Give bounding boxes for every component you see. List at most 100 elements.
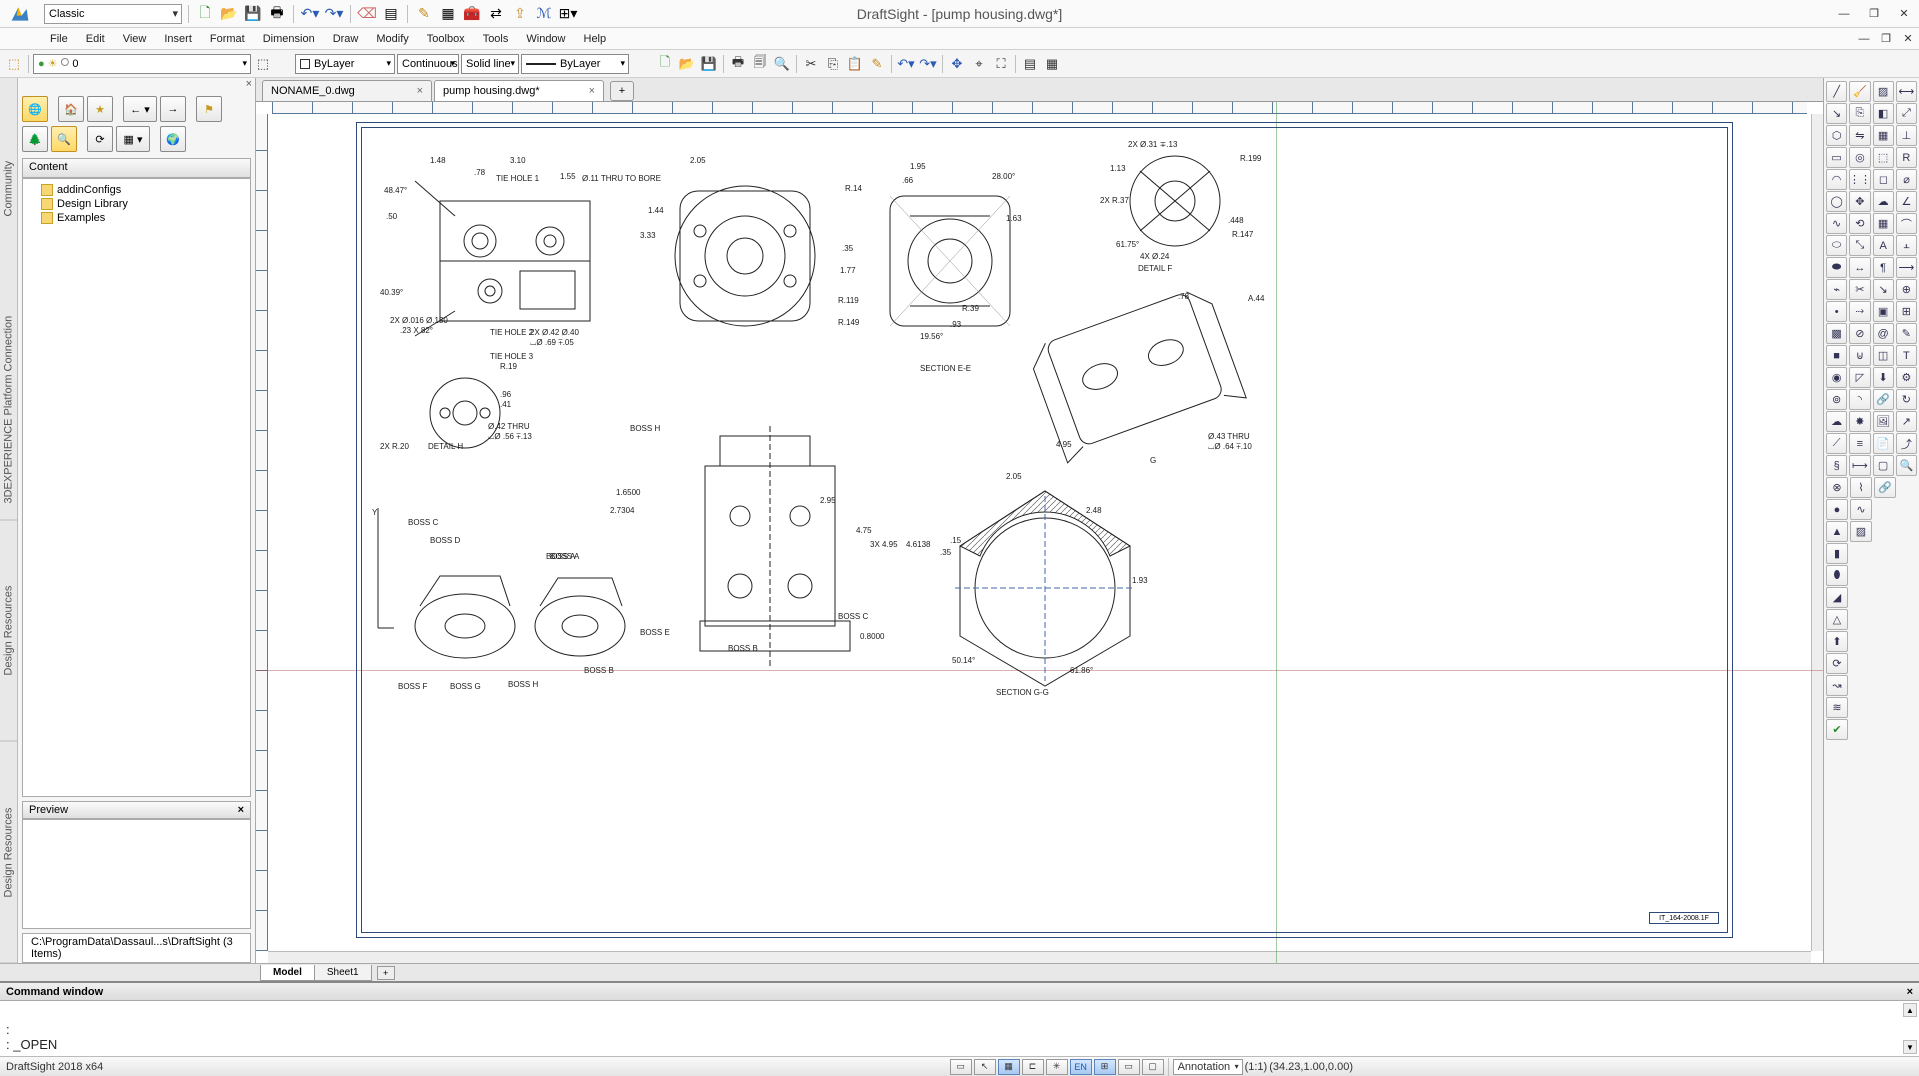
status-esnap-icon[interactable]: EN [1070,1059,1092,1075]
dim-update-icon[interactable]: ↻ [1896,389,1917,410]
tab-3dexperience[interactable]: 3DEXPERIENCE Platform Connection [0,299,17,521]
std-open-icon[interactable]: 📂 [677,54,697,74]
status-qinput-icon[interactable]: ▢ [1142,1059,1164,1075]
toolbox-icon[interactable]: 🧰 [462,4,482,24]
linecolor-selector[interactable]: ByLayer [521,54,629,74]
sheet-tab-model[interactable]: Model [260,965,315,981]
status-etrack-icon[interactable]: ⊞ [1094,1059,1116,1075]
rotate-icon[interactable]: ⟲ [1849,213,1870,234]
revcloud-icon[interactable]: ☁ [1826,411,1847,432]
file-tab-pump-housing[interactable]: pump housing.dwg*× [434,80,604,101]
stretch-icon[interactable]: ↔ [1849,257,1870,278]
preview-close-icon[interactable]: × [238,804,244,816]
linetype-selector[interactable]: Continuous [397,54,459,74]
polygon-icon[interactable]: ⬡ [1826,125,1847,146]
hyperlink-icon[interactable]: 🔗 [1874,477,1896,498]
inspect-icon[interactable]: 🔍 [1896,455,1917,476]
ole-icon[interactable]: ▢ [1873,455,1894,476]
xref-icon[interactable]: 🔗 [1873,389,1894,410]
dim-text-icon[interactable]: T [1896,345,1917,366]
cmd-scroll-down-icon[interactable]: ▼ [1903,1040,1917,1054]
region-icon[interactable]: ⬚ [1873,147,1894,168]
ray-icon[interactable]: ↘ [1826,103,1847,124]
overflow-icon[interactable]: ⊞▾ [558,4,578,24]
std-undo-icon[interactable]: ↶▾ [896,54,916,74]
erase-tool-icon[interactable]: 🧹 [1849,81,1870,102]
rect-icon[interactable]: ▭ [1826,147,1847,168]
mdi-restore-button[interactable]: ❐ [1875,28,1897,50]
favorites-icon[interactable]: ★ [87,96,113,122]
image-icon[interactable]: 🖼 [1873,411,1894,432]
align-icon[interactable]: ≡ [1849,433,1870,454]
color-selector[interactable]: ByLayer [295,54,395,74]
circle-icon[interactable]: ◯ [1826,191,1847,212]
text-icon[interactable]: A [1873,235,1894,256]
print-preview-icon[interactable]: 🗐 [750,54,770,74]
zoom-window-icon[interactable]: ⌖ [969,54,989,74]
forward-icon[interactable]: → [160,96,186,122]
undo-icon[interactable]: ↶▾ [300,4,320,24]
dim-baseline-icon[interactable]: ⫠ [1896,235,1917,256]
cone-icon[interactable]: ▲ [1826,521,1848,542]
file-tab-noname[interactable]: NONAME_0.dwg× [262,80,432,101]
dim-linear-icon[interactable]: ⟷ [1896,81,1917,102]
status-lwt-icon[interactable]: ▭ [1118,1059,1140,1075]
revolve-icon[interactable]: ⟳ [1826,653,1848,674]
hatch-icon[interactable]: ▨ [1873,81,1894,102]
tab-close-icon[interactable]: × [417,85,423,97]
script-icon[interactable]: ℳ [534,4,554,24]
mtext-icon[interactable]: ¶ [1873,257,1894,278]
status-grid-icon[interactable]: ▦ [998,1059,1020,1075]
sphere-icon[interactable]: ● [1826,499,1848,520]
menu-toolbox[interactable]: Toolbox [419,31,473,47]
resources-home-icon[interactable]: 🌐 [22,96,48,122]
link-icon[interactable]: ⇄ [486,4,506,24]
helix-icon[interactable]: § [1826,455,1847,476]
std-new-icon[interactable]: 🗋 [655,54,675,74]
dim-diameter-icon[interactable]: ⌀ [1896,169,1917,190]
pline-icon[interactable]: ⌁ [1826,279,1847,300]
copy-icon[interactable]: ⎘ [823,54,843,74]
tolerance-icon[interactable]: ⊞ [1896,301,1917,322]
cut-icon[interactable]: ✂ [801,54,821,74]
pan-icon[interactable]: ✥ [947,54,967,74]
dim-arc-icon[interactable]: ⌒ [1896,213,1917,234]
panel-close-icon[interactable]: × [18,78,255,92]
dim-edit-icon[interactable]: ✎ [1896,323,1917,344]
solid-icon[interactable]: ■ [1826,345,1847,366]
status-ortho-icon[interactable]: ⊏ [1022,1059,1044,1075]
dim-angular-icon[interactable]: ∠ [1896,191,1917,212]
chamfer-icon[interactable]: ◸ [1849,367,1870,388]
wedge-icon[interactable]: ◢ [1826,587,1848,608]
line-icon[interactable]: ╱ [1826,81,1847,102]
edit-spline-icon[interactable]: ∿ [1850,499,1872,520]
view-mode-icon[interactable]: ▦ ▾ [116,126,150,152]
torus-icon[interactable]: ⊗ [1826,477,1848,498]
new-icon[interactable]: 🗋 [195,4,215,24]
command-close-icon[interactable]: × [1907,986,1913,998]
tree-node-examples[interactable]: Examples [27,211,246,225]
menu-help[interactable]: Help [576,31,615,47]
tab-close-icon[interactable]: × [589,85,595,97]
cylinder-icon[interactable]: ⬮ [1826,565,1848,586]
extend-icon[interactable]: ⤑ [1849,301,1870,322]
ring-icon[interactable]: ◉ [1826,367,1847,388]
donut-icon[interactable]: ⊚ [1826,389,1847,410]
table-icon[interactable]: ▦ [438,4,458,24]
edit-hatch-icon[interactable]: ▨ [1850,521,1872,542]
status-polar-icon[interactable]: ✳ [1046,1059,1068,1075]
dim-style-icon[interactable]: ⚙ [1896,367,1917,388]
close-button[interactable]: ✕ [1889,0,1919,28]
dim-ordinate-icon[interactable]: ⊥ [1896,125,1917,146]
cmd-scroll-up-icon[interactable]: ▲ [1903,1003,1917,1017]
menu-edit[interactable]: Edit [78,31,113,47]
flag-icon[interactable]: ⚑ [196,96,222,122]
refmgr-icon[interactable]: ▦ [1042,54,1062,74]
edit-pline-icon[interactable]: ⌇ [1850,477,1872,498]
maximize-button[interactable]: ❐ [1859,0,1889,28]
fillet-icon[interactable]: ◝ [1849,389,1870,410]
menu-format[interactable]: Format [202,31,253,47]
move-icon[interactable]: ✥ [1849,191,1870,212]
paste-icon[interactable]: 📋 [845,54,865,74]
globe-icon[interactable]: 🌍 [160,126,186,152]
